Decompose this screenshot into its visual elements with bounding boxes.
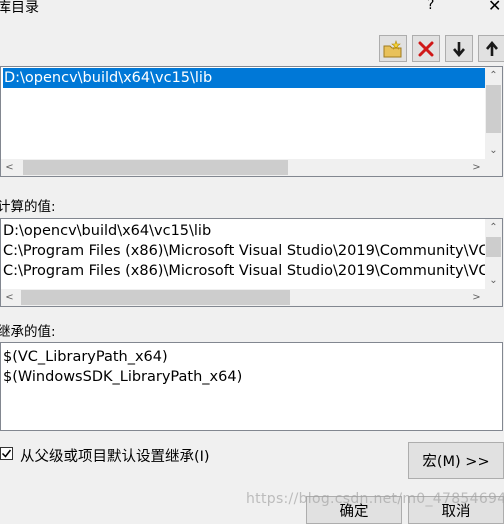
checkmark-icon — [1, 449, 12, 458]
new-folder-icon — [383, 39, 402, 57]
scroll-right-icon[interactable]: > — [468, 159, 485, 176]
scroll-left-icon[interactable]: < — [1, 289, 18, 306]
scroll-down-icon[interactable]: ⌄ — [485, 272, 502, 289]
horizontal-scrollbar[interactable]: < > — [1, 159, 485, 176]
scroll-thumb[interactable] — [23, 160, 288, 175]
dialog-title: 库目录 — [0, 0, 39, 16]
inherited-list[interactable]: $(VC_LibraryPath_x64) $(WindowsSDK_Libra… — [0, 342, 503, 431]
scroll-thumb[interactable] — [486, 85, 501, 133]
scroll-left-icon[interactable]: < — [1, 159, 18, 176]
vertical-scrollbar[interactable]: ⌃ ⌄ — [485, 67, 502, 159]
move-up-button[interactable] — [478, 35, 504, 62]
scroll-thumb[interactable] — [21, 290, 290, 305]
horizontal-scrollbar[interactable]: < > — [1, 289, 485, 306]
list-item: D:\opencv\build\x64\vc15\lib — [3, 223, 212, 239]
list-item-selected[interactable]: D:\opencv\build\x64\vc15\lib — [3, 68, 486, 88]
scroll-up-icon[interactable]: ⌃ — [485, 67, 502, 84]
evaluated-list[interactable]: D:\opencv\build\x64\vc15\lib C:\Program … — [0, 218, 503, 307]
move-down-button[interactable] — [445, 35, 473, 62]
inherit-checkbox-label[interactable]: 从父级或项目默认设置继承(I) — [20, 445, 210, 466]
arrow-up-icon — [486, 40, 498, 56]
new-line-button[interactable] — [379, 35, 407, 62]
vertical-scrollbar[interactable]: ⌃ ⌄ — [485, 219, 502, 289]
macro-button[interactable]: 宏(M) >> — [408, 442, 504, 479]
list-item: $(WindowsSDK_LibraryPath_x64) — [3, 369, 243, 385]
inherited-label: 继承的值: — [0, 324, 56, 340]
delete-line-button[interactable] — [412, 35, 440, 62]
list-item: C:\Program Files (x86)\Microsoft Visual … — [3, 243, 494, 259]
scroll-thumb[interactable] — [486, 237, 501, 257]
scrollbar-corner — [485, 159, 502, 176]
inherit-checkbox[interactable] — [0, 447, 13, 460]
scrollbar-corner — [485, 289, 502, 306]
scroll-down-icon[interactable]: ⌄ — [485, 142, 502, 159]
scroll-right-icon[interactable]: > — [468, 289, 485, 306]
close-button[interactable]: ✕ — [488, 0, 501, 15]
scroll-up-icon[interactable]: ⌃ — [485, 219, 502, 236]
list-item: $(VC_LibraryPath_x64) — [3, 349, 168, 365]
evaluated-label: 计算的值: — [0, 199, 56, 215]
list-item: C:\Program Files (x86)\Microsoft Visual … — [3, 263, 494, 279]
delete-icon — [418, 41, 434, 56]
arrow-down-icon — [453, 41, 465, 57]
path-edit-list[interactable]: D:\opencv\build\x64\vc15\lib ⌃ ⌄ < > — [0, 66, 503, 177]
watermark: https://blog.csdn.net/m0_47854694 — [246, 491, 504, 507]
help-button[interactable]: ? — [427, 0, 434, 13]
